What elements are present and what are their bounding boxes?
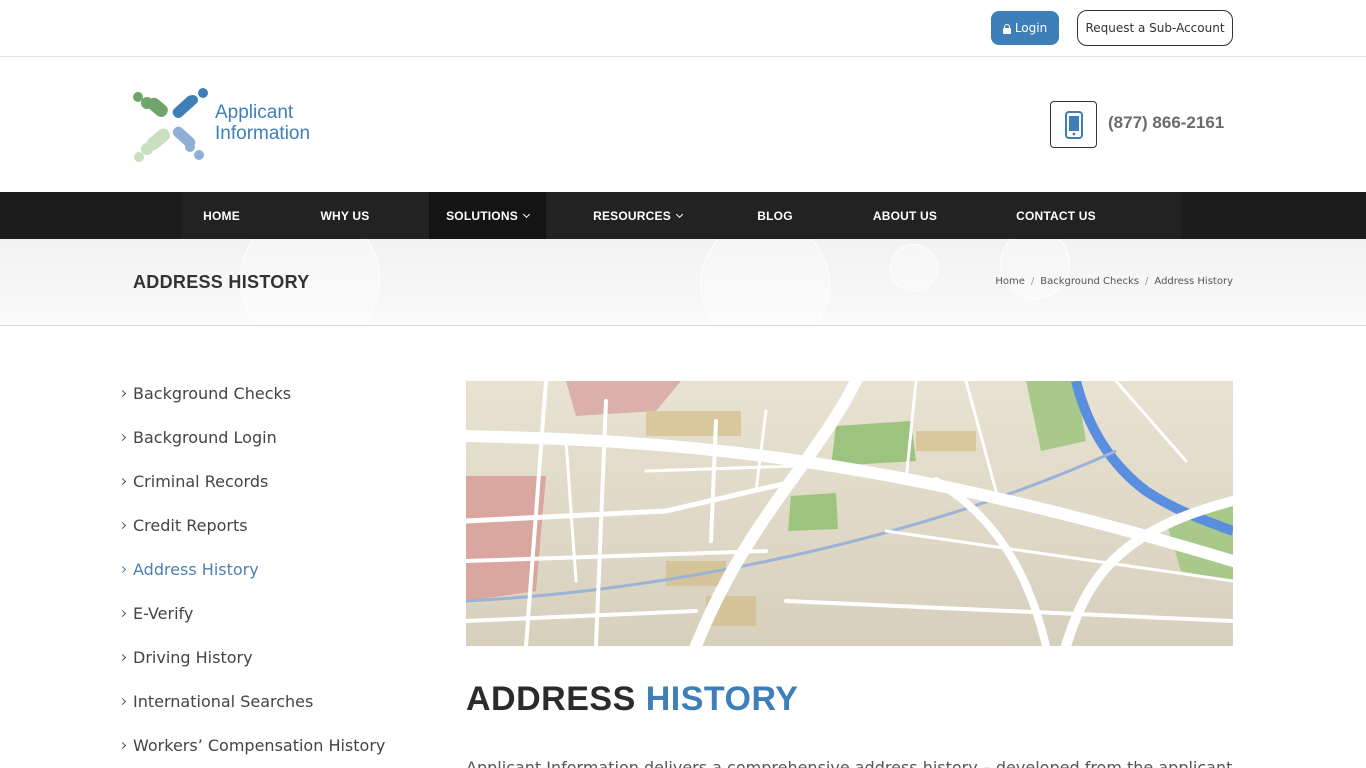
breadcrumb-background-checks[interactable]: Background Checks [1040, 276, 1139, 287]
chevron-right-icon [118, 565, 127, 574]
nav-resources-label: RESOURCES [593, 208, 671, 223]
breadcrumb-current: Address History [1154, 276, 1233, 287]
content-paragraph: Applicant Information delivers a compreh… [466, 758, 1233, 768]
sidebar-item-label: Background Login [133, 427, 277, 447]
sidebar-item-international-searches[interactable]: International Searches [118, 679, 440, 723]
breadcrumb-separator: / [1030, 276, 1035, 287]
logo-mark-icon [133, 88, 208, 162]
sidebar-item-label: International Searches [133, 691, 314, 711]
nav-resources[interactable]: RESOURCES [546, 192, 729, 239]
sidebar-item-label: Address History [133, 559, 259, 579]
nav-why-us-label: WHY US [320, 208, 370, 223]
logo-text: Applicant Information [215, 102, 310, 144]
nav-solutions-label: SOLUTIONS [446, 208, 518, 223]
breadcrumb-separator: / [1145, 276, 1149, 287]
request-subaccount-label: Request a Sub-Account [1085, 21, 1225, 35]
chevron-right-icon [118, 697, 127, 706]
site-logo[interactable]: Applicant Information [133, 87, 313, 163]
main-navigation: HOME WHY US SOLUTIONS RESOURCES BLOG ABO… [0, 192, 1366, 239]
nav-solutions[interactable]: SOLUTIONS [429, 192, 546, 239]
heading-part2: HISTORY [645, 680, 799, 718]
chevron-down-icon [675, 210, 683, 218]
chevron-down-icon [522, 210, 530, 218]
nav-about-us-label: ABOUT US [872, 208, 938, 223]
lock-icon [1002, 23, 1011, 34]
sidebar-item-background-checks[interactable]: Background Checks [118, 371, 440, 415]
sidebar-item-label: Criminal Records [133, 471, 269, 491]
sidebar-item-e-verify[interactable]: E-Verify [118, 591, 440, 635]
request-subaccount-button[interactable]: Request a Sub-Account [1077, 10, 1233, 46]
sidebar-item-label: Driving History [133, 647, 253, 667]
solutions-sidebar: Background Checks Background Login Crimi… [118, 371, 440, 767]
nav-contact-us[interactable]: CONTACT US [989, 192, 1123, 239]
sidebar-item-label: Workers’ Compensation History [133, 735, 386, 755]
sidebar-item-label: E-Verify [133, 603, 194, 623]
phone-icon-box[interactable] [1050, 101, 1097, 148]
login-label: Login [1014, 21, 1048, 35]
decor-bubble [1000, 239, 1070, 299]
page-title: ADDRESS HISTORY [133, 272, 310, 292]
login-button[interactable]: Login [991, 11, 1059, 45]
page-title-bar: ADDRESS HISTORY Home / Background Checks… [0, 239, 1366, 326]
chevron-right-icon [118, 389, 127, 398]
site-header: Applicant Information (877) 866-2161 [0, 57, 1366, 192]
nav-why-us[interactable]: WHY US [261, 192, 429, 239]
sidebar-item-criminal-records[interactable]: Criminal Records [118, 459, 440, 503]
top-bar: Login Request a Sub-Account [0, 0, 1366, 57]
sidebar-item-background-login[interactable]: Background Login [118, 415, 440, 459]
content-heading: ADDRESS HISTORY [466, 680, 798, 719]
decor-bubble [890, 244, 938, 292]
breadcrumb-home[interactable]: Home [995, 276, 1025, 287]
nav-about-us[interactable]: ABOUT US [821, 192, 989, 239]
sidebar-item-driving-history[interactable]: Driving History [118, 635, 440, 679]
chevron-right-icon [118, 477, 127, 486]
heading-part1: ADDRESS [466, 680, 636, 718]
chevron-right-icon [118, 741, 127, 750]
sidebar-item-workers-compensation[interactable]: Workers’ Compensation History [118, 723, 440, 767]
sidebar-item-label: Background Checks [133, 383, 292, 403]
sidebar-item-credit-reports[interactable]: Credit Reports [118, 503, 440, 547]
chevron-right-icon [118, 521, 127, 530]
nav-home[interactable]: HOME [182, 192, 261, 239]
mobile-phone-icon [1064, 110, 1083, 139]
street-map-illustration [466, 381, 1233, 646]
nav-contact-us-label: CONTACT US [1016, 208, 1096, 223]
logo-line1: Applicant [215, 102, 294, 123]
nav-home-label: HOME [203, 208, 240, 223]
chevron-right-icon [118, 433, 127, 442]
nav-blog[interactable]: BLOG [729, 192, 821, 239]
breadcrumb: Home / Background Checks / Address Histo… [995, 276, 1233, 287]
chevron-right-icon [118, 653, 127, 662]
chevron-right-icon [118, 609, 127, 618]
map-image [466, 381, 1233, 646]
decor-bubble [700, 239, 830, 325]
phone-number[interactable]: (877) 866-2161 [1108, 113, 1224, 133]
logo-line2: Information [215, 123, 311, 144]
sidebar-item-label: Credit Reports [133, 515, 248, 535]
nav-blog-label: BLOG [757, 208, 793, 223]
sidebar-item-address-history[interactable]: Address History [118, 547, 440, 591]
